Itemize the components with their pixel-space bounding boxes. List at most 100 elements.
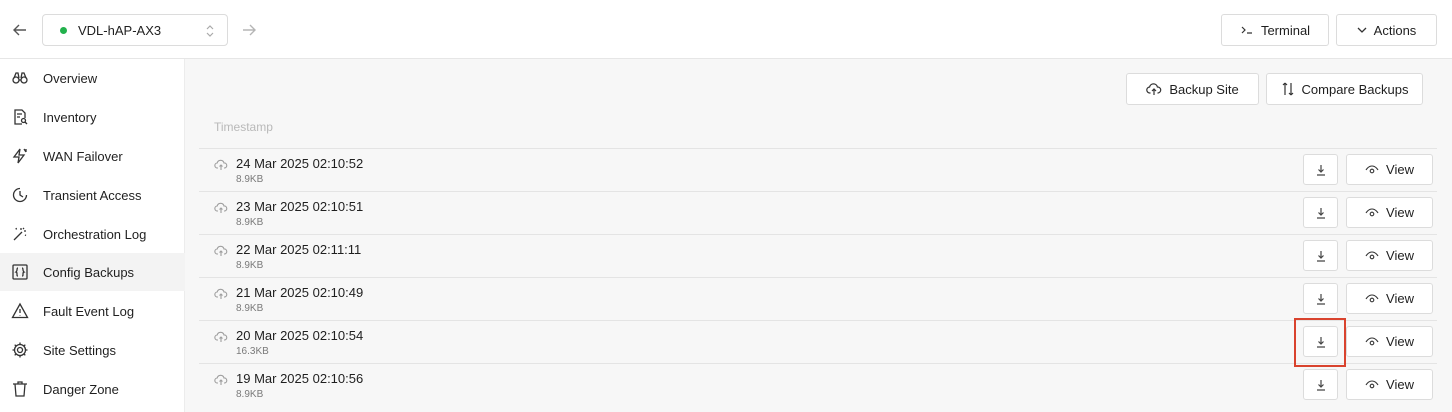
- view-label: View: [1386, 162, 1414, 177]
- table-row: 24 Mar 2025 02:10:52 8.9KB View: [199, 148, 1437, 191]
- sidebar-item-label: Site Settings: [43, 342, 116, 358]
- view-button[interactable]: View: [1346, 283, 1433, 314]
- chevron-updown-icon: [205, 23, 215, 39]
- sidebar-item-label: Inventory: [43, 109, 97, 125]
- terminal-button[interactable]: Terminal: [1221, 14, 1329, 46]
- binoculars-icon: [11, 69, 29, 87]
- sidebar-item-overview[interactable]: Overview: [0, 59, 185, 97]
- compare-backups-label: Compare Backups: [1301, 81, 1409, 97]
- eye-icon: [1365, 207, 1379, 216]
- table-row: 20 Mar 2025 02:10:54 16.3KB View: [199, 320, 1437, 363]
- download-button[interactable]: [1303, 369, 1338, 400]
- view-button[interactable]: View: [1346, 197, 1433, 228]
- view-button[interactable]: View: [1346, 240, 1433, 271]
- backup-size: 16.3KB: [236, 346, 269, 357]
- view-button[interactable]: View: [1346, 154, 1433, 185]
- sidebar-item-orchestration-log[interactable]: Orchestration Log: [0, 215, 185, 253]
- download-button[interactable]: [1303, 326, 1338, 357]
- backup-size: 8.9KB: [236, 174, 264, 185]
- backup-size: 8.9KB: [236, 217, 264, 228]
- site-selector[interactable]: VDL-hAP-AX3: [42, 14, 228, 46]
- view-label: View: [1386, 334, 1414, 349]
- compare-backups-button[interactable]: Compare Backups: [1266, 73, 1423, 105]
- column-header-timestamp: Timestamp: [214, 120, 273, 134]
- backup-timestamp: 21 Mar 2025 02:10:49: [236, 285, 364, 300]
- backup-timestamp: 22 Mar 2025 02:11:11: [236, 242, 362, 257]
- download-button[interactable]: [1303, 283, 1338, 314]
- backup-timestamp: 19 Mar 2025 02:10:56: [236, 371, 364, 386]
- sidebar-item-label: Config Backups: [43, 264, 135, 280]
- sidebar-item-inventory[interactable]: Inventory: [0, 98, 185, 136]
- sidebar-item-label: Transient Access: [43, 187, 142, 203]
- download-icon: [1316, 164, 1325, 176]
- actions-button[interactable]: Actions: [1336, 14, 1437, 46]
- sidebar-item-label: Fault Event Log: [43, 303, 135, 319]
- eye-icon: [1365, 293, 1379, 302]
- backup-size: 8.9KB: [236, 389, 264, 400]
- lightning-icon: [11, 147, 29, 165]
- download-button[interactable]: [1303, 240, 1338, 271]
- cloud-icon: [214, 201, 228, 213]
- document-search-icon: [11, 108, 29, 126]
- gear-icon: [11, 341, 29, 359]
- sidebar-item-config-backups[interactable]: Config Backups: [0, 253, 185, 291]
- download-icon: [1316, 207, 1325, 219]
- eye-icon: [1365, 336, 1379, 345]
- trash-icon: [11, 380, 29, 398]
- download-icon: [1316, 250, 1325, 262]
- download-icon: [1316, 379, 1325, 391]
- chevron-down-icon: [1357, 27, 1367, 33]
- table-row: 19 Mar 2025 02:10:56 8.9KB View: [199, 363, 1437, 406]
- backup-site-button[interactable]: Backup Site: [1126, 73, 1259, 105]
- table-row: 21 Mar 2025 02:10:49 8.9KB View: [199, 277, 1437, 320]
- sidebar-item-transient-access[interactable]: Transient Access: [0, 176, 185, 214]
- sidebar-item-label: Danger Zone: [43, 381, 119, 397]
- sidebar-item-site-settings[interactable]: Site Settings: [0, 331, 185, 369]
- backup-list: 24 Mar 2025 02:10:52 8.9KB View 23 Mar 2…: [199, 148, 1437, 406]
- cloud-icon: [214, 373, 228, 385]
- view-label: View: [1386, 377, 1414, 392]
- backup-timestamp: 20 Mar 2025 02:10:54: [236, 328, 364, 343]
- table-row: 22 Mar 2025 02:11:11 8.9KB View: [199, 234, 1437, 277]
- table-row: 23 Mar 2025 02:10:51 8.9KB View: [199, 191, 1437, 234]
- main-content: Backup Site Compare Backups Timestamp 24…: [185, 59, 1452, 412]
- status-dot: [60, 26, 67, 34]
- sidebar-item-wan-failover[interactable]: WAN Failover: [0, 137, 185, 175]
- view-label: View: [1386, 291, 1414, 306]
- eye-icon: [1365, 250, 1379, 259]
- view-label: View: [1386, 205, 1414, 220]
- top-bar: VDL-hAP-AX3 Terminal Actions: [0, 0, 1452, 59]
- site-name: VDL-hAP-AX3: [78, 22, 162, 38]
- cloud-icon: [214, 244, 228, 256]
- backup-size: 8.9KB: [236, 260, 264, 271]
- cloud-icon: [214, 158, 228, 170]
- compare-arrows-icon: [1282, 82, 1293, 96]
- cloud-icon: [214, 287, 228, 299]
- view-label: View: [1386, 248, 1414, 263]
- sidebar-item-label: WAN Failover: [43, 148, 123, 164]
- back-arrow-icon[interactable]: [12, 22, 28, 38]
- eye-icon: [1365, 164, 1379, 173]
- download-button[interactable]: [1303, 197, 1338, 228]
- sidebar-item-fault-event-log[interactable]: Fault Event Log: [0, 292, 185, 330]
- forward-arrow-icon[interactable]: [241, 22, 257, 38]
- sidebar-item-danger-zone[interactable]: Danger Zone: [0, 370, 185, 408]
- terminal-label: Terminal: [1260, 22, 1311, 38]
- backup-size: 8.9KB: [236, 303, 264, 314]
- download-icon: [1316, 336, 1325, 348]
- warning-icon: [11, 302, 29, 320]
- download-button[interactable]: [1303, 154, 1338, 185]
- eye-icon: [1365, 379, 1379, 388]
- backup-site-label: Backup Site: [1169, 81, 1239, 97]
- backup-timestamp: 23 Mar 2025 02:10:51: [236, 199, 364, 214]
- view-button[interactable]: View: [1346, 326, 1433, 357]
- terminal-icon: [1241, 26, 1252, 34]
- code-braces-icon: [11, 263, 29, 281]
- view-button[interactable]: View: [1346, 369, 1433, 400]
- download-icon: [1316, 293, 1325, 305]
- backup-timestamp: 24 Mar 2025 02:10:52: [236, 156, 364, 171]
- cloud-icon: [214, 330, 228, 342]
- sidebar-item-label: Orchestration Log: [43, 226, 147, 242]
- cloud-upload-icon: [1146, 83, 1162, 95]
- clock-icon: [11, 186, 29, 204]
